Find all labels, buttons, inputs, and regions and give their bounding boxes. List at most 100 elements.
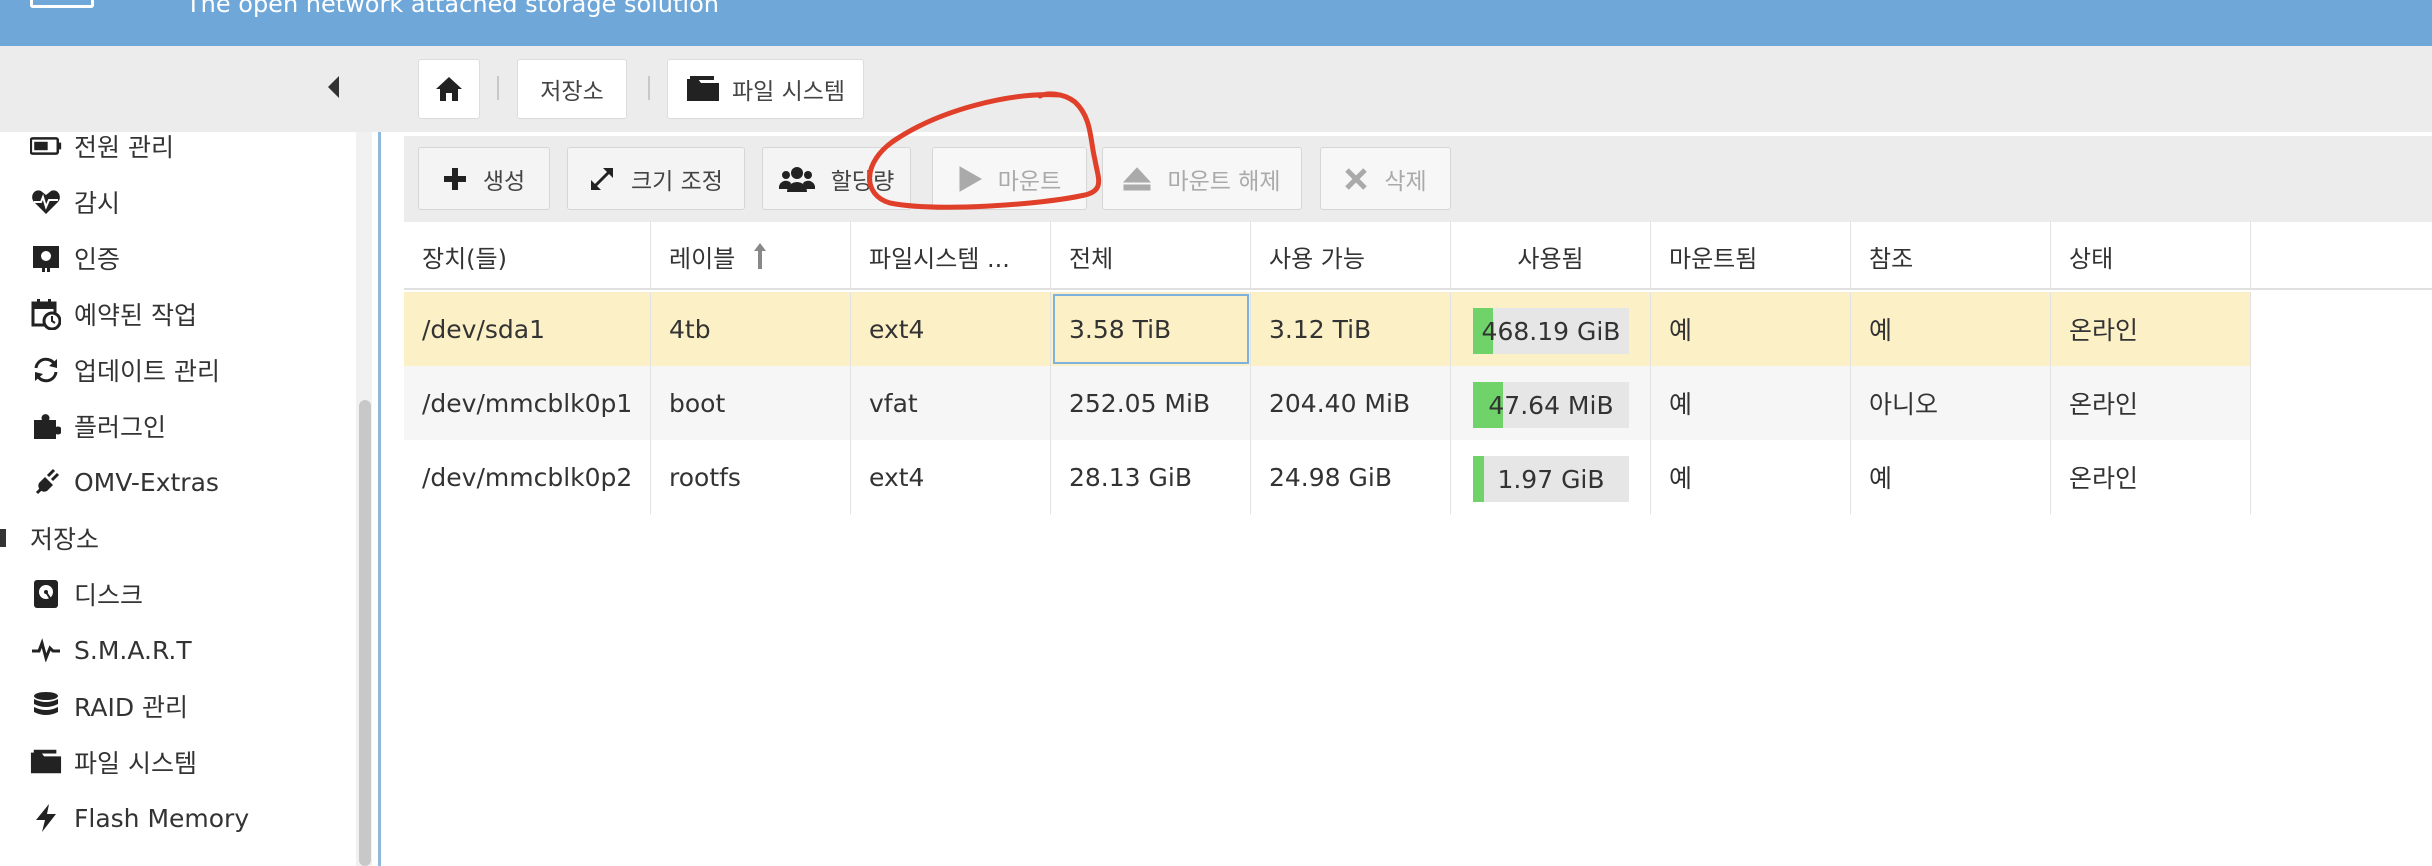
sidebar-item-label: OMV-Extras bbox=[74, 467, 219, 497]
cell-used: 468.19 GiB bbox=[1451, 292, 1651, 366]
column-header-label: 사용됨 bbox=[1517, 244, 1584, 273]
sidebar-item-flash-memory[interactable]: Flash Memory bbox=[30, 798, 249, 838]
table-row[interactable]: /dev/mmcblk0p1 boot vfat 252.05 MiB 204.40 M… bbox=[404, 366, 2251, 440]
sidebar-item-disks[interactable]: 디스크 bbox=[30, 574, 143, 614]
column-header-available[interactable]: 사용 가능 bbox=[1251, 222, 1451, 290]
disk-icon bbox=[30, 578, 62, 610]
sidebar-group-label: 저장소 bbox=[30, 525, 100, 554]
cell-total: 3.58 TiB bbox=[1051, 292, 1251, 366]
sidebar-item-label: 전원 관리 bbox=[74, 133, 174, 162]
puzzle-icon bbox=[30, 410, 62, 442]
cell-mounted: 예 bbox=[1651, 440, 1851, 514]
sidebar-item-label: S.M.A.R.T bbox=[74, 635, 192, 665]
sidebar-item-filesystems[interactable]: 파일 시스템 bbox=[30, 742, 197, 782]
usage-bar-text: 1.97 GiB bbox=[1497, 464, 1605, 494]
column-header-label: 전체 bbox=[1069, 244, 1114, 273]
close-icon bbox=[1345, 167, 1368, 190]
sidebar-scrollbar-thumb[interactable] bbox=[359, 400, 371, 866]
column-header-label: 마운트됨 bbox=[1669, 244, 1758, 273]
sidebar-item-certificates[interactable]: 인증 bbox=[30, 238, 120, 278]
column-header-referenced[interactable]: 참조 bbox=[1851, 222, 2051, 290]
cell-device: /dev/sda1 bbox=[404, 292, 651, 366]
breadcrumb-storage[interactable]: 저장소 bbox=[517, 59, 627, 119]
sort-ascending-icon bbox=[754, 243, 767, 269]
sidebar-item-label: 예약된 작업 bbox=[74, 301, 197, 330]
unmount-button-label: 마운트 해제 bbox=[1167, 168, 1281, 195]
delete-button[interactable]: 삭제 bbox=[1320, 147, 1451, 210]
heartbeat-icon bbox=[30, 186, 62, 218]
create-button[interactable]: 생성 bbox=[418, 147, 550, 210]
cell-label: boot bbox=[651, 366, 851, 440]
home-icon bbox=[436, 77, 462, 101]
sidebar-item-plugins[interactable]: 플러그인 bbox=[30, 406, 166, 446]
cell-filesystem: ext4 bbox=[851, 440, 1051, 514]
sidebar-item-power[interactable]: 전원 관리 bbox=[30, 126, 174, 166]
expand-icon bbox=[591, 167, 614, 190]
sidebar-group-storage[interactable]: 저장소 bbox=[0, 518, 99, 558]
usage-bar: 47.64 MiB bbox=[1473, 382, 1629, 428]
logo bbox=[30, 0, 94, 8]
column-header-label: 사용 가능 bbox=[1269, 244, 1365, 273]
cell-device: /dev/mmcblk0p2 bbox=[404, 440, 651, 514]
cell-label: rootfs bbox=[651, 440, 851, 514]
cell-used: 1.97 GiB bbox=[1451, 440, 1651, 514]
plug-icon bbox=[30, 466, 62, 498]
cell-mounted: 예 bbox=[1651, 292, 1851, 366]
column-header-filesystem[interactable]: 파일시스템 ... bbox=[851, 222, 1051, 290]
pulse-icon bbox=[30, 634, 62, 666]
breadcrumb-storage-label: 저장소 bbox=[540, 79, 604, 105]
sidebar-item-label: 감시 bbox=[74, 189, 121, 218]
column-header-used[interactable]: 사용됨 bbox=[1451, 222, 1651, 290]
cell-total: 28.13 GiB bbox=[1051, 440, 1251, 514]
play-icon bbox=[959, 165, 982, 192]
quota-button[interactable]: 할당량 bbox=[762, 147, 911, 210]
create-button-label: 생성 bbox=[482, 168, 526, 195]
column-header-mounted[interactable]: 마운트됨 bbox=[1651, 222, 1851, 290]
column-header-devices[interactable]: 장치(들) bbox=[404, 222, 651, 290]
sidebar-item-smart[interactable]: S.M.A.R.T bbox=[30, 630, 192, 670]
usage-bar: 468.19 GiB bbox=[1473, 308, 1629, 354]
table-row[interactable]: /dev/sda1 4tb ext4 3.58 TiB 3.12 TiB 468.19 G… bbox=[404, 292, 2251, 366]
column-header-label-col[interactable]: 레이블 bbox=[651, 222, 851, 290]
calendar-clock-icon bbox=[30, 298, 62, 330]
breadcrumb-home[interactable] bbox=[418, 59, 480, 119]
quota-button-label: 할당량 bbox=[830, 168, 895, 195]
folder-icon bbox=[686, 76, 719, 101]
breadcrumb-filesystem[interactable]: 파일 시스템 bbox=[667, 59, 864, 119]
cell-referenced: 예 bbox=[1851, 292, 2051, 366]
sidebar-item-omv-extras[interactable]: OMV-Extras bbox=[30, 462, 219, 502]
sidebar-item-raid[interactable]: RAID 관리 bbox=[30, 686, 188, 726]
sidebar-item-label: Flash Memory bbox=[74, 803, 250, 833]
sidebar-item-label: 디스크 bbox=[74, 581, 144, 610]
mount-button[interactable]: 마운트 bbox=[932, 147, 1087, 210]
battery-icon bbox=[30, 130, 62, 162]
column-header-label: 상태 bbox=[2069, 244, 2114, 273]
cell-filesystem: ext4 bbox=[851, 292, 1051, 366]
database-icon bbox=[30, 690, 62, 722]
folder-icon bbox=[30, 746, 62, 778]
delete-button-label: 삭제 bbox=[1384, 168, 1427, 195]
cell-used: 47.64 MiB bbox=[1451, 366, 1651, 440]
column-header-total[interactable]: 전체 bbox=[1051, 222, 1251, 290]
plus-icon bbox=[443, 167, 466, 190]
table-row[interactable]: /dev/mmcblk0p2 rootfs ext4 28.13 GiB 24.98 G… bbox=[404, 440, 2251, 514]
breadcrumb-separator bbox=[497, 76, 499, 100]
resize-button-label: 크기 조정 bbox=[631, 168, 723, 195]
usage-bar-text: 468.19 GiB bbox=[1481, 316, 1621, 346]
sidebar-collapse-icon[interactable] bbox=[328, 76, 339, 98]
bolt-icon bbox=[30, 802, 62, 834]
cell-referenced: 아니오 bbox=[1851, 366, 2051, 440]
cell-label: 4tb bbox=[651, 292, 851, 366]
resize-button[interactable]: 크기 조정 bbox=[567, 147, 745, 210]
cell-total: 252.05 MiB bbox=[1051, 366, 1251, 440]
column-header-status[interactable]: 상태 bbox=[2051, 222, 2251, 290]
unmount-button[interactable]: 마운트 해제 bbox=[1102, 147, 1302, 210]
breadcrumb-separator bbox=[648, 76, 650, 100]
sidebar-item-monitoring[interactable]: 감시 bbox=[30, 182, 120, 222]
column-header-label: 참조 bbox=[1869, 244, 1914, 273]
breadcrumb-bar bbox=[0, 46, 2432, 132]
certificate-icon bbox=[30, 242, 62, 274]
sidebar-item-update-management[interactable]: 업데이트 관리 bbox=[30, 350, 220, 390]
sidebar-item-scheduled-jobs[interactable]: 예약된 작업 bbox=[30, 294, 197, 334]
users-icon bbox=[778, 166, 815, 192]
